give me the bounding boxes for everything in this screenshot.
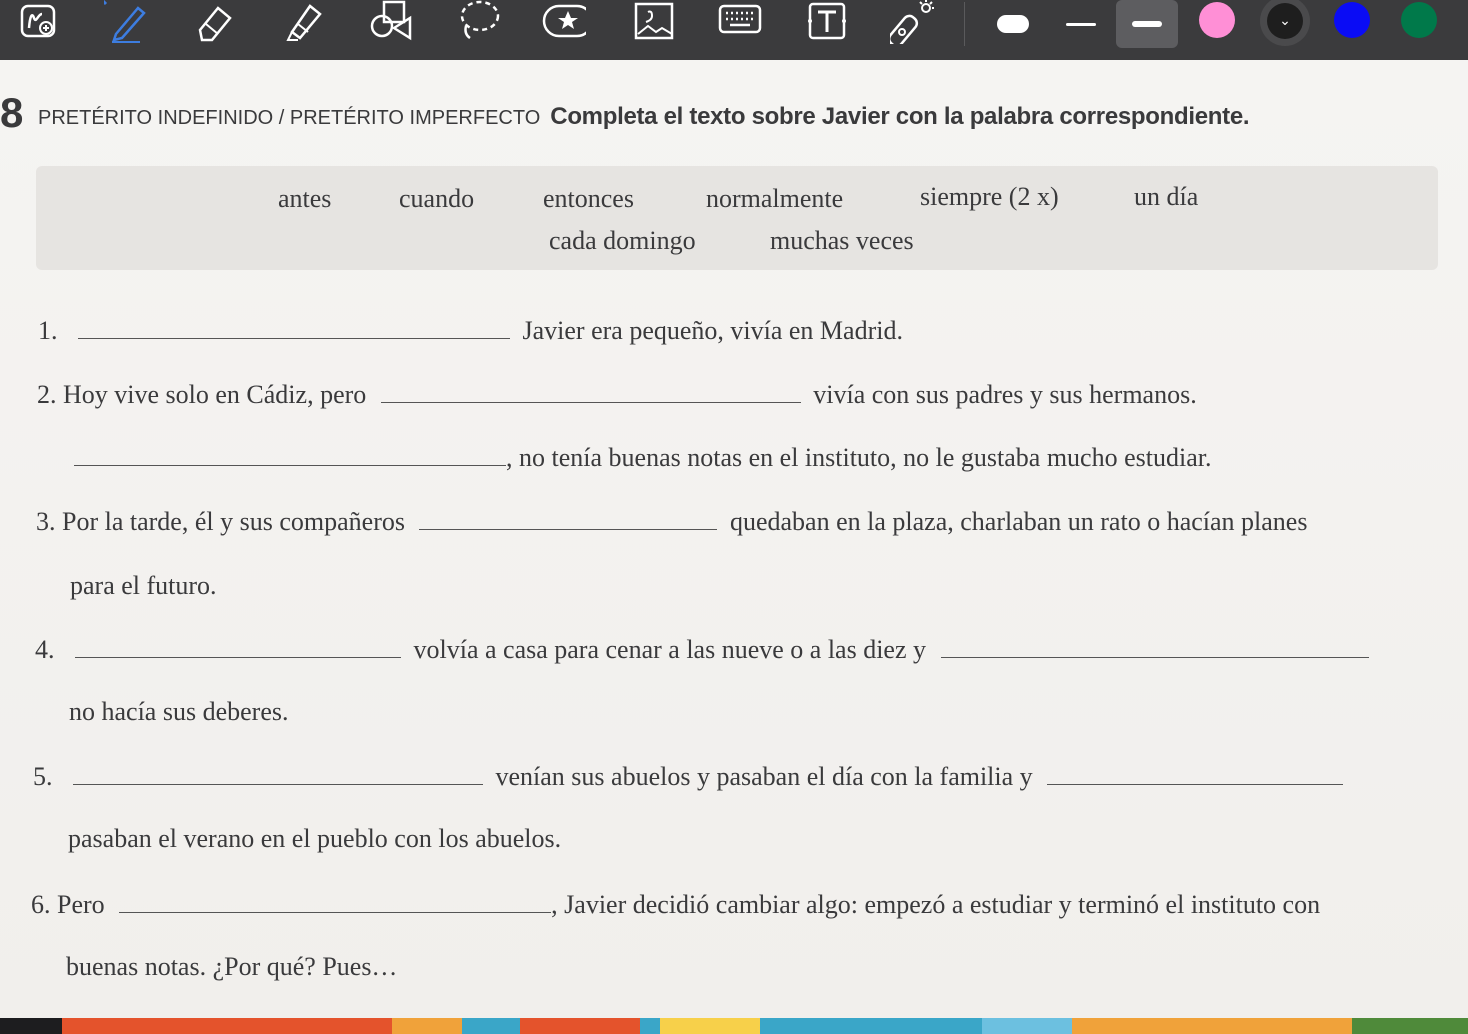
line-text: , Javier decidió cambiar algo: empezó a … <box>551 890 1321 919</box>
word-bank-item: entonces <box>543 184 634 213</box>
drawing-toolbar: ⌄ <box>0 0 1468 60</box>
exercise-line-6b: buenas notas. ¿Por qué? Pues… <box>66 952 398 981</box>
answer-blank[interactable] <box>380 401 801 403</box>
exercise-line-2b: , no tenía buenas notas en el instituto,… <box>74 443 1211 473</box>
exercise-line-1: 1. Javier era pequeño, vivía en Madrid. <box>38 316 903 346</box>
answer-blank[interactable] <box>119 911 552 913</box>
exercise-header: Pretérito indefinido / pretérito imperfe… <box>38 103 1250 131</box>
color-swatch-black-selected[interactable]: ⌄ <box>1260 0 1310 46</box>
image-icon[interactable] <box>624 0 680 44</box>
item-number: 6. <box>31 890 51 919</box>
answer-blank[interactable] <box>419 528 718 530</box>
exercise-line-2: 2. Hoy vive solo en Cádiz, pero vivía co… <box>37 380 1197 410</box>
line-text: quedaban en la plaza, charlaban un rato … <box>729 507 1308 536</box>
keyboard-icon[interactable] <box>712 0 768 44</box>
text-box-icon[interactable] <box>798 0 854 44</box>
stroke-medium-button[interactable] <box>1116 0 1178 48</box>
item-number: 2. <box>37 380 57 409</box>
sticker-icon[interactable] <box>536 0 592 44</box>
stroke-thin-button[interactable] <box>1050 0 1112 48</box>
line-text: , no tenía buenas notas en el instituto,… <box>506 443 1212 472</box>
exercise-line-3: 3. Por la tarde, él y sus compañeros que… <box>36 507 1307 537</box>
word-bank-item: un día <box>1134 182 1199 211</box>
answer-blank[interactable] <box>1047 783 1344 785</box>
answer-blank[interactable] <box>940 656 1369 658</box>
line-text: venían sus abuelos y pasaban el día con … <box>495 762 1033 791</box>
lasso-icon[interactable] <box>450 0 506 44</box>
answer-blank[interactable] <box>73 783 483 785</box>
word-bank-item: siempre (2 x) <box>920 182 1059 211</box>
eraser-icon[interactable] <box>186 0 242 44</box>
exercise-instruction: Completa el texto sobre Javier con la pa… <box>550 103 1250 130</box>
item-number: 4. <box>35 635 55 664</box>
word-bank-item: normalmente <box>706 184 844 213</box>
bottom-illustration-strip <box>0 1018 1468 1034</box>
exercise-line-5b: pasaban el verano en el pueblo con los a… <box>68 824 562 853</box>
word-bank <box>36 166 1438 270</box>
line-text: Por la tarde, él y sus compañeros <box>62 507 405 536</box>
exercise-number: 8 <box>0 89 24 136</box>
lasso-add-icon[interactable] <box>12 0 68 44</box>
toolbar-separator <box>964 2 965 46</box>
pen-icon[interactable] <box>98 0 154 44</box>
exercise-line-4: 4. volvía a casa para cenar a las nueve … <box>35 635 1369 665</box>
answer-blank[interactable] <box>75 656 401 658</box>
line-text: Pero <box>57 890 105 919</box>
line-text: Hoy vive solo en Cádiz, pero <box>63 380 367 409</box>
exercise-line-5: 5. venían sus abuelos y pasaban el día c… <box>33 762 1344 792</box>
chevron-down-icon: ⌄ <box>1267 3 1303 39</box>
line-text: vivía con sus padres y sus hermanos. <box>813 380 1197 409</box>
highlighter-icon[interactable] <box>274 0 330 44</box>
stroke-thick-button[interactable] <box>982 0 1044 48</box>
shapes-icon[interactable] <box>362 0 418 44</box>
item-number: 1. <box>38 316 58 345</box>
item-number: 3. <box>36 507 56 536</box>
item-number: 5. <box>33 762 53 791</box>
word-bank-item: antes <box>278 184 332 213</box>
answer-blank[interactable] <box>78 337 510 339</box>
word-bank-item: cuando <box>399 184 475 213</box>
color-swatch-pink[interactable] <box>1199 2 1235 38</box>
answer-blank[interactable] <box>74 464 506 466</box>
color-swatch-blue[interactable] <box>1334 2 1370 38</box>
word-bank-item: cada domingo <box>549 226 696 255</box>
line-text: Javier era pequeño, vivía en Madrid. <box>522 316 903 345</box>
exercise-line-4b: no hacía sus deberes. <box>69 697 289 726</box>
exercise-kind: Pretérito indefinido / pretérito imperfe… <box>38 107 541 129</box>
word-bank-item: muchas veces <box>770 226 914 255</box>
color-swatch-green[interactable] <box>1401 2 1437 38</box>
exercise-line-6: 6. Pero , Javier decidió cambiar algo: e… <box>31 890 1320 920</box>
exercise-line-3b: para el futuro. <box>70 571 217 600</box>
line-text: volvía a casa para cenar a las nueve o a… <box>413 635 927 664</box>
laser-pointer-icon[interactable] <box>884 0 940 44</box>
